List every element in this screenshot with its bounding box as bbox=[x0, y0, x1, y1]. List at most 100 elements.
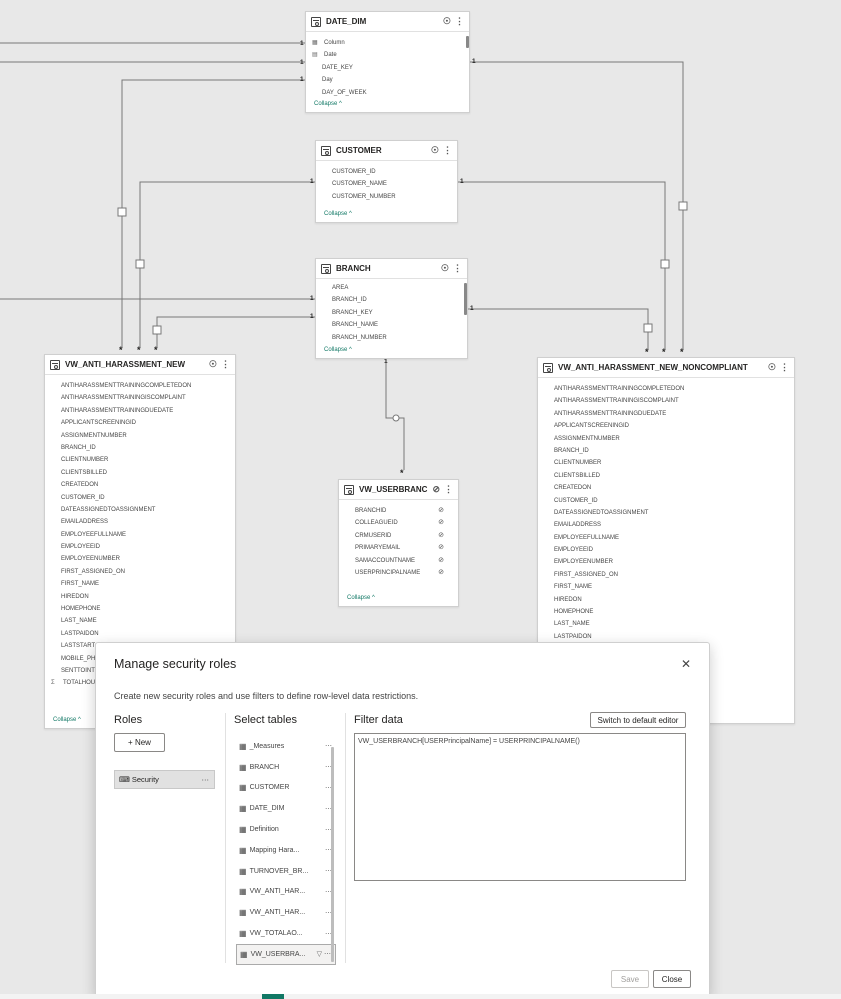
table-list-item[interactable]: ▦ TURNOVER_BR... ⋯ bbox=[236, 861, 336, 882]
switch-editor-button[interactable]: Switch to default editor bbox=[590, 712, 686, 728]
field-row[interactable]: BRANCH_NUMBER bbox=[316, 332, 467, 344]
field-row[interactable]: FIRST_ASSIGNED_ON bbox=[45, 566, 235, 578]
field-row[interactable]: FIRST_NAME bbox=[45, 578, 235, 590]
role-item-security[interactable]: ⌨ Security ⋯ bbox=[114, 770, 215, 789]
field-row[interactable]: DAY_OF_WEEK bbox=[306, 87, 469, 99]
field-row[interactable]: BRANCH_NAME bbox=[316, 319, 467, 331]
more-options-icon[interactable]: ⋮ bbox=[444, 484, 453, 495]
field-row[interactable]: BRANCH_ID bbox=[316, 294, 467, 306]
field-row[interactable]: CLIENTNUMBER bbox=[538, 457, 794, 469]
collapse-link[interactable]: Collapse ^ bbox=[53, 717, 81, 723]
table-list-item[interactable]: ▦ Definition ⋯ bbox=[236, 819, 336, 840]
field-row[interactable]: APPLICANTSCREENINGID bbox=[45, 417, 235, 429]
table-card-header[interactable]: CUSTOMER ☉ ⋮ bbox=[316, 141, 457, 161]
field-row[interactable]: CRMUSERID ⊘ bbox=[339, 530, 458, 542]
field-row[interactable]: HIREDON bbox=[538, 594, 794, 606]
field-row[interactable]: FIRST_NAME bbox=[538, 581, 794, 593]
more-options-icon[interactable]: ⋮ bbox=[453, 263, 462, 274]
field-row[interactable]: ANTIHARASSMENTTRAININGCOMPLETEDON bbox=[538, 383, 794, 395]
field-row[interactable]: CUSTOMER_ID bbox=[316, 166, 457, 178]
collapse-link[interactable]: Collapse ^ bbox=[324, 347, 352, 353]
eye-icon[interactable]: ☉ bbox=[443, 16, 451, 27]
field-row[interactable]: APPLICANTSCREENINGID bbox=[538, 420, 794, 432]
field-row[interactable]: EMAILADDRESS bbox=[45, 516, 235, 528]
hidden-icon[interactable]: ⊘ bbox=[438, 505, 444, 517]
eye-off-icon[interactable]: ⊘ bbox=[432, 484, 440, 495]
field-row[interactable]: HOMEPHONE bbox=[538, 606, 794, 618]
more-options-icon[interactable]: ⋮ bbox=[780, 362, 789, 373]
field-row[interactable]: EMPLOYEEID bbox=[538, 544, 794, 556]
field-row[interactable]: BRANCH_KEY bbox=[316, 307, 467, 319]
field-row[interactable]: CLIENTNUMBER bbox=[45, 454, 235, 466]
field-row[interactable]: BRANCH_ID bbox=[45, 442, 235, 454]
field-row[interactable]: CUSTOMER_NUMBER bbox=[316, 191, 457, 203]
field-row[interactable]: CUSTOMER_NAME bbox=[316, 178, 457, 190]
close-button[interactable]: Close bbox=[653, 970, 691, 988]
table-card-branch[interactable]: BRANCH ☉ ⋮ AREA BRANCH_ID BRANCH_KEY BRA… bbox=[315, 258, 468, 359]
hidden-icon[interactable]: ⊘ bbox=[438, 542, 444, 554]
hidden-icon[interactable]: ⊘ bbox=[438, 567, 444, 579]
close-icon[interactable]: ✕ bbox=[681, 657, 691, 671]
field-row[interactable]: SAMACCOUNTNAME ⊘ bbox=[339, 555, 458, 567]
scrollbar[interactable] bbox=[331, 747, 334, 962]
more-options-icon[interactable]: ⋮ bbox=[221, 359, 230, 370]
field-row[interactable]: HIREDON bbox=[45, 591, 235, 603]
field-row[interactable]: ANTIHARASSMENTTRAININGDUEDATE bbox=[45, 405, 235, 417]
field-row[interactable]: DATE_KEY bbox=[306, 62, 469, 74]
field-row[interactable]: BRANCH_ID bbox=[538, 445, 794, 457]
field-row[interactable]: CLIENTSBILLED bbox=[45, 467, 235, 479]
field-row[interactable]: Day bbox=[306, 74, 469, 86]
table-card-header[interactable]: VW_ANTI_HARASSMENT_NEW ☉ ⋮ bbox=[45, 355, 235, 375]
field-row[interactable]: CUSTOMER_ID bbox=[538, 495, 794, 507]
table-card-header[interactable]: BRANCH ☉ ⋮ bbox=[316, 259, 467, 279]
table-card-customer[interactable]: CUSTOMER ☉ ⋮ CUSTOMER_ID CUSTOMER_NAME C… bbox=[315, 140, 458, 223]
filter-icon[interactable]: ▽ ⋯ bbox=[317, 950, 331, 958]
field-row[interactable]: EMPLOYEENUMBER bbox=[45, 553, 235, 565]
field-row[interactable]: EMAILADDRESS bbox=[538, 519, 794, 531]
hidden-icon[interactable]: ⊘ bbox=[438, 517, 444, 529]
field-row[interactable]: ASSIGNMENTNUMBER bbox=[45, 430, 235, 442]
field-row[interactable]: LASTPAIDON bbox=[45, 628, 235, 640]
field-row[interactable]: CUSTOMER_ID bbox=[45, 492, 235, 504]
table-card-vw-userbranch[interactable]: VW_USERBRANCH ⊘ ⋮ BRANCHID ⊘ COLLEAGUEID ⊘ C… bbox=[338, 479, 459, 607]
field-row[interactable]: EMPLOYEEFULLNAME bbox=[538, 532, 794, 544]
save-button[interactable]: Save bbox=[611, 970, 649, 988]
table-list-item[interactable]: ▦ _Measures ⋯ bbox=[236, 736, 336, 757]
field-row[interactable]: AREA bbox=[316, 282, 467, 294]
table-list-item[interactable]: ▦ VW_USERBRA... ▽ ⋯ bbox=[236, 943, 336, 965]
field-row[interactable]: ▦ Column bbox=[306, 37, 469, 49]
field-row[interactable]: BRANCHID ⊘ bbox=[339, 505, 458, 517]
table-card-header[interactable]: DATE_DIM ☉ ⋮ bbox=[306, 12, 469, 32]
hidden-icon[interactable]: ⊘ bbox=[438, 530, 444, 542]
eye-icon[interactable]: ☉ bbox=[768, 362, 776, 373]
table-list-item[interactable]: ▦ CUSTOMER ⋯ bbox=[236, 778, 336, 799]
field-row[interactable]: FIRST_ASSIGNED_ON bbox=[538, 569, 794, 581]
field-row[interactable]: DATEASSIGNEDTOASSIGNMENT bbox=[538, 507, 794, 519]
field-row[interactable]: ANTIHARASSMENTTRAININGISCOMPLAINT bbox=[45, 392, 235, 404]
table-list-item[interactable]: ▦ DATE_DIM ⋯ bbox=[236, 798, 336, 819]
table-list-item[interactable]: ▦ VW_TOTALAO... ⋯ bbox=[236, 923, 336, 944]
collapse-link[interactable]: Collapse ^ bbox=[347, 595, 375, 601]
new-role-button[interactable]: + New bbox=[114, 733, 165, 752]
field-row[interactable]: EMPLOYEENUMBER bbox=[538, 556, 794, 568]
field-row[interactable]: ANTIHARASSMENTTRAININGISCOMPLAINT bbox=[538, 395, 794, 407]
more-options-icon[interactable]: ⋯ bbox=[202, 775, 210, 784]
field-row[interactable]: CREATEDON bbox=[538, 482, 794, 494]
table-list-item[interactable]: ▦ VW_ANTI_HAR... ⋯ bbox=[236, 882, 336, 903]
active-page-tab[interactable] bbox=[262, 994, 284, 999]
table-card-date-dim[interactable]: DATE_DIM ☉ ⋮ ▦ Column ▤ Date DATE_KEY Day … bbox=[305, 11, 470, 113]
field-row[interactable]: LAST_NAME bbox=[45, 615, 235, 627]
field-row[interactable]: ▤ Date bbox=[306, 49, 469, 61]
table-card-header[interactable]: VW_USERBRANCH ⊘ ⋮ bbox=[339, 480, 458, 500]
field-row[interactable]: HOMEPHONE bbox=[45, 603, 235, 615]
eye-icon[interactable]: ☉ bbox=[441, 263, 449, 274]
eye-icon[interactable]: ☉ bbox=[431, 145, 439, 156]
scrollbar-thumb[interactable] bbox=[466, 36, 469, 48]
collapse-link[interactable]: Collapse ^ bbox=[324, 211, 352, 217]
collapse-link[interactable]: Collapse ^ bbox=[314, 101, 342, 107]
field-row[interactable]: ASSIGNMENTNUMBER bbox=[538, 433, 794, 445]
field-row[interactable]: EMPLOYEEID bbox=[45, 541, 235, 553]
table-list-item[interactable]: ▦ Mapping Hara... ⋯ bbox=[236, 840, 336, 861]
table-list-item[interactable]: ▦ BRANCH ⋯ bbox=[236, 757, 336, 778]
field-row[interactable]: PRIMARYEMAIL ⊘ bbox=[339, 542, 458, 554]
